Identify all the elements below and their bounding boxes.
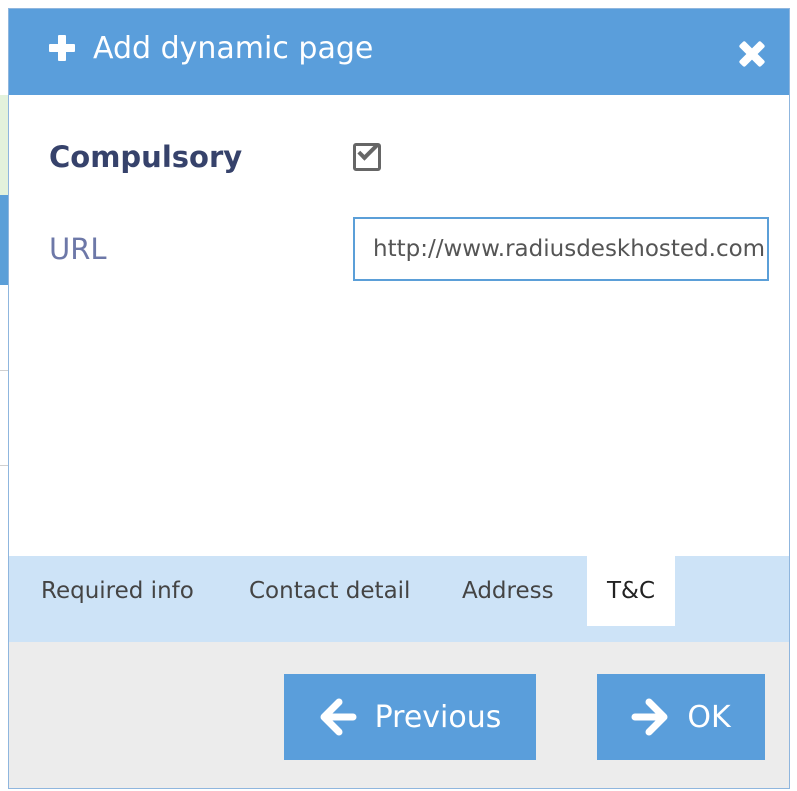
arrow-left-icon (320, 698, 357, 736)
tab-address[interactable]: Address (450, 556, 566, 626)
tab-required-info[interactable]: Required info (29, 556, 206, 626)
previous-button[interactable]: Previous (284, 674, 536, 760)
tab-contact-detail[interactable]: Contact detail (237, 556, 422, 626)
url-input-wrapper (353, 217, 769, 281)
close-icon[interactable] (737, 39, 767, 69)
add-dynamic-page-dialog: Add dynamic page Compulsory URL Required… (8, 8, 790, 789)
dialog-titlebar[interactable]: Add dynamic page (9, 9, 789, 95)
compulsory-checkbox[interactable] (353, 139, 381, 171)
previous-button-label: Previous (374, 699, 502, 735)
url-label: URL (49, 232, 107, 266)
ok-button[interactable]: OK (597, 674, 765, 760)
plus-icon (47, 33, 77, 63)
tab-tandc[interactable]: T&C (587, 556, 675, 626)
checkmark-icon (357, 139, 379, 161)
arrow-right-icon (631, 698, 668, 736)
dialog-footer: Previous OK (9, 642, 789, 788)
url-input[interactable] (373, 236, 767, 262)
dialog-title: Add dynamic page (93, 31, 374, 66)
compulsory-label: Compulsory (49, 140, 243, 174)
ok-button-label: OK (687, 699, 731, 735)
tab-bar: Required info Contact detail Address T&C (9, 556, 789, 642)
